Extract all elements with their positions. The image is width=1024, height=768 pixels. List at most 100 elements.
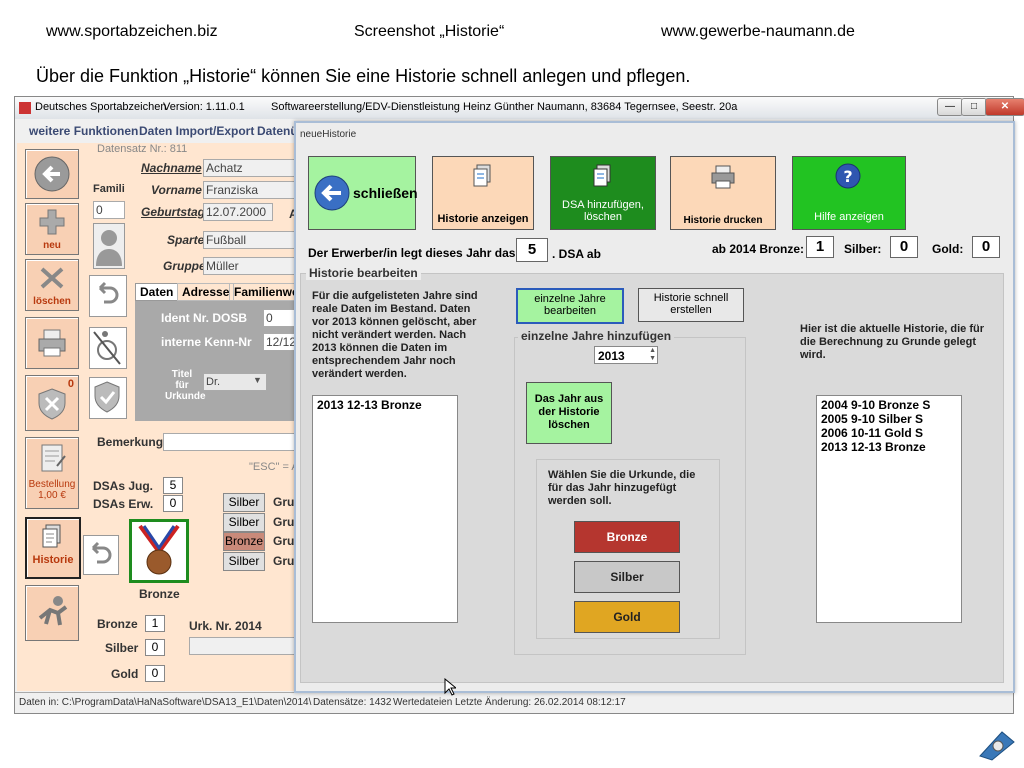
cancel-record-button[interactable]: 0	[25, 375, 79, 431]
medal-button-2[interactable]: Silber	[223, 513, 265, 532]
close-dialog-button[interactable]: schließen	[308, 156, 418, 230]
bemerkung-label: Bemerkung	[97, 435, 164, 449]
vorname-field[interactable]: Franziska	[203, 181, 301, 199]
bemerkung-field[interactable]	[163, 433, 301, 451]
bronze-count-field[interactable]: 1	[145, 615, 165, 632]
right-note: Hier ist die aktuelle Historie, die für …	[800, 323, 984, 361]
intro-text: Über die Funktion „Historie“ können Sie …	[36, 66, 691, 86]
medal-undo-button[interactable]	[83, 535, 119, 575]
status-path: Daten in: C:\ProgramData\HaNaSoftware\DS…	[19, 697, 312, 708]
bronze-button[interactable]: Bronze	[574, 521, 680, 553]
menu-daten[interactable]: Datenü	[257, 124, 298, 138]
list-item[interactable]: 2004 9-10 Bronze S	[821, 398, 957, 412]
quick-history-label: Historie schnell erstellen	[653, 292, 729, 316]
dsas-jug-field[interactable]: 5	[163, 477, 183, 494]
sport-button[interactable]	[25, 585, 79, 641]
gold-button[interactable]: Gold	[574, 601, 680, 633]
print-button[interactable]	[25, 317, 79, 369]
delete-year-button[interactable]: Das Jahr aus der Historie löschen	[526, 382, 612, 444]
add-dsa-button[interactable]: DSA hinzufügen, löschen	[550, 156, 656, 230]
title-bar: Deutsches Sportabzeichen Version: 1.11.0…	[15, 97, 1024, 119]
back-button[interactable]	[25, 149, 79, 199]
list-item[interactable]: 2005 9-10 Silber S	[821, 412, 957, 426]
status-records: Datensätze: 1432	[313, 697, 392, 708]
geburtstag-field[interactable]: 12.07.2000	[203, 203, 273, 221]
sparte-field[interactable]: Fußball	[203, 231, 301, 249]
dsas-erw-field[interactable]: 0	[163, 495, 183, 512]
avatar[interactable]	[93, 223, 125, 269]
list-item[interactable]: 2013 12-13 Bronze	[821, 440, 957, 454]
record-number: Datensatz Nr.: 811	[97, 143, 188, 155]
urk-nr-field[interactable]	[189, 637, 299, 655]
history-dialog: neueHistorie schließen Historie anzeigen…	[294, 121, 1015, 693]
printer-icon	[711, 165, 735, 189]
history-button[interactable]: Historie	[25, 517, 81, 579]
silber-count-label: Silber	[105, 641, 139, 655]
order-label: Bestellung	[28, 479, 76, 490]
tab-adresse[interactable]: Adresse	[177, 283, 235, 301]
add-dsa-label: DSA hinzufügen, löschen	[562, 199, 644, 223]
medal-label: Bronze	[139, 587, 180, 601]
disabled-button[interactable]	[89, 327, 127, 369]
help-button[interactable]: ? Hilfe anzeigen	[792, 156, 906, 230]
nachname-field[interactable]: Achatz	[203, 159, 301, 177]
shield-x-icon	[38, 388, 66, 420]
gold-count-label: Gold	[111, 667, 139, 681]
app-title: Deutsches Sportabzeichen	[35, 101, 167, 113]
show-history-button[interactable]: Historie anzeigen	[432, 156, 534, 230]
kenn-label: interne Kenn-Nr	[161, 335, 252, 349]
help-icon: ?	[835, 163, 861, 189]
year-value: 2013	[598, 349, 625, 363]
printer-icon	[38, 329, 66, 357]
edit-years-label: einzelne Jahre bearbeiten	[534, 293, 606, 317]
print-history-label: Historie drucken	[683, 215, 763, 226]
edit-history-title: Historie bearbeiten	[306, 266, 421, 280]
new-button[interactable]: neu	[25, 203, 79, 255]
familie-field[interactable]: 0	[93, 201, 125, 219]
current-history-list[interactable]: 2004 9-10 Bronze S 2005 9-10 Silber S 20…	[816, 395, 962, 623]
medal-button-1[interactable]: Silber	[223, 493, 265, 512]
confirm-button[interactable]	[89, 377, 127, 419]
navigation-logo-icon[interactable]	[976, 728, 1018, 762]
list-item[interactable]: 2006 10-11 Gold S	[821, 426, 957, 440]
new-label: neu	[43, 240, 61, 251]
medal-button-3[interactable]: Bronze	[223, 532, 265, 551]
menu-daten-import-export[interactable]: Daten Import/Export	[139, 124, 254, 138]
stepper-arrows-icon[interactable]: ▲ ▼	[649, 347, 656, 363]
delete-x-icon	[40, 267, 64, 289]
esc-hint: "ESC" = A	[249, 461, 299, 473]
maximize-button[interactable]: □	[961, 98, 987, 116]
year-stepper[interactable]: 2013 ▲ ▼	[594, 346, 658, 364]
svg-text:?: ?	[843, 167, 852, 186]
silber-button[interactable]: Silber	[574, 561, 680, 593]
silber-count-field[interactable]: 0	[145, 639, 165, 656]
gruppe-field[interactable]: Müller	[203, 257, 301, 275]
gold-field[interactable]: 0	[972, 236, 1000, 258]
ab2014-label: ab 2014 Bronze:	[712, 242, 805, 256]
list-item[interactable]: 2013 12-13 Bronze	[317, 398, 453, 412]
show-history-label: Historie anzeigen	[437, 213, 529, 225]
quick-history-button[interactable]: Historie schnell erstellen	[638, 288, 744, 322]
close-button[interactable]: ✕	[985, 98, 1024, 116]
silber-field[interactable]: 0	[890, 236, 918, 258]
status-bar: Daten in: C:\ProgramData\HaNaSoftware\DS…	[15, 692, 1013, 713]
app-vendor: Softwareerstellung/EDV-Dienstleistung He…	[271, 101, 738, 113]
menu-weitere-funktionen[interactable]: weitere Funktionen	[29, 124, 138, 138]
urk-nr-label: Urk. Nr. 2014	[189, 619, 262, 633]
erwerber-field[interactable]: 5	[516, 238, 548, 262]
left-panel: neu löschen 0 Bestellung 1,00 € Historie…	[17, 143, 315, 691]
chevron-down-icon: ▼	[253, 375, 262, 385]
minimize-button[interactable]: —	[937, 98, 963, 116]
gold-count-field[interactable]: 0	[145, 665, 165, 682]
tab-daten[interactable]: Daten	[135, 283, 179, 301]
edit-years-button[interactable]: einzelne Jahre bearbeiten	[516, 288, 624, 324]
left-history-list[interactable]: 2013 12-13 Bronze	[312, 395, 458, 623]
print-history-button[interactable]: Historie drucken	[670, 156, 776, 230]
order-form-icon	[41, 444, 66, 472]
ab2014-bronze-field[interactable]: 1	[806, 236, 834, 258]
order-button[interactable]: Bestellung 1,00 €	[25, 437, 79, 509]
medal-button-4[interactable]: Silber	[223, 552, 265, 571]
header-left-url: www.sportabzeichen.biz	[46, 23, 218, 40]
undo-button[interactable]	[89, 275, 127, 317]
delete-button[interactable]: löschen	[25, 259, 79, 311]
